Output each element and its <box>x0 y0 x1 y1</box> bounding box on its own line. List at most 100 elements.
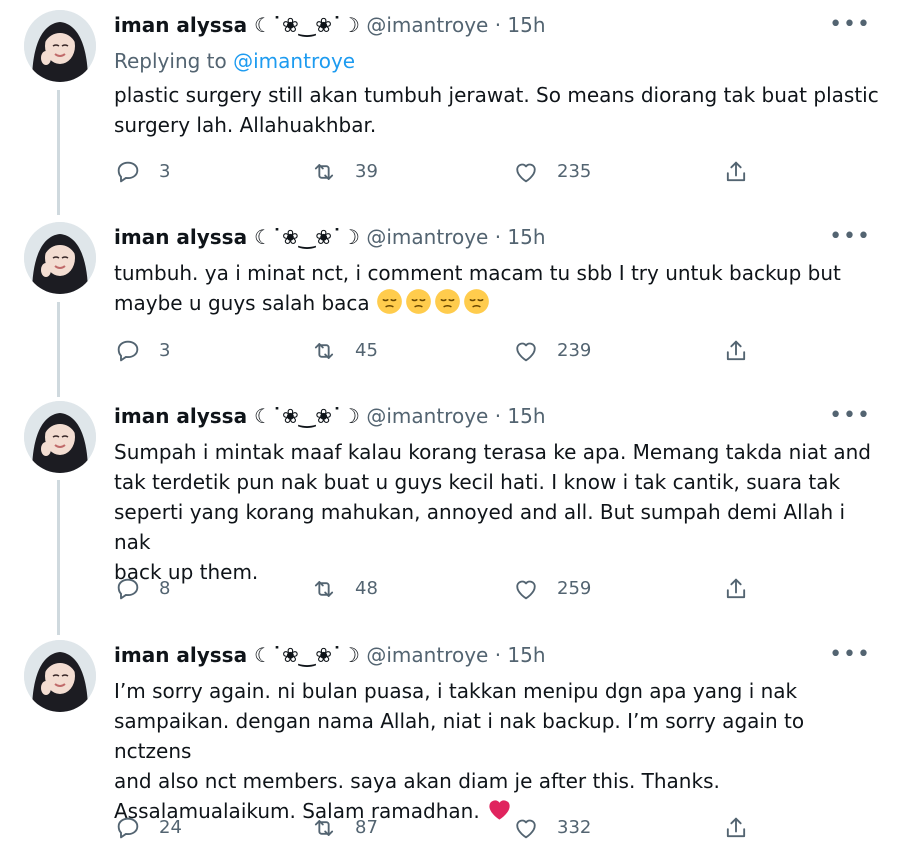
tweet-text-line: Sumpah i mintak maaf kalau korang terasa… <box>114 440 871 464</box>
tweet[interactable]: iman alyssa ☾˙❀‿❀˙☽ @imantroye · 15h •••… <box>0 391 901 631</box>
more-options-icon[interactable]: ••• <box>829 405 871 427</box>
pensive-face-emoji <box>463 289 492 315</box>
share-button[interactable] <box>722 574 750 604</box>
tweet-text-line: tumbuh. ya i minat nct, i comment macam … <box>114 261 841 285</box>
retweet-count: 48 <box>355 578 378 599</box>
timestamp[interactable]: 15h <box>507 13 545 37</box>
tweet-header: iman alyssa ☾˙❀‿❀˙☽ @imantroye · 15h <box>114 10 546 40</box>
like-count: 239 <box>557 340 592 361</box>
tweet-header: iman alyssa ☾˙❀‿❀˙☽ @imantroye · 15h <box>114 222 546 252</box>
pensive-face-emoji <box>376 289 405 315</box>
like-icon <box>512 575 540 603</box>
avatar[interactable] <box>24 401 96 473</box>
display-name[interactable]: iman alyssa ☾˙❀‿❀˙☽ <box>114 225 360 249</box>
reply-button[interactable]: 3 <box>114 336 170 366</box>
like-count: 259 <box>557 578 592 599</box>
reply-count: 3 <box>159 161 171 182</box>
reply-button[interactable]: 3 <box>114 157 170 187</box>
tweet-text: Sumpah i mintak maaf kalau korang terasa… <box>114 437 879 587</box>
user-handle[interactable]: @imantroye <box>366 643 488 667</box>
like-icon <box>512 337 540 365</box>
like-button[interactable]: 332 <box>512 813 591 843</box>
tweet-text-line-with-emoji: maybe u guys salah baca <box>114 288 879 318</box>
retweet-icon <box>310 158 338 186</box>
reply-count: 24 <box>159 817 182 838</box>
more-options-icon[interactable]: ••• <box>829 14 871 36</box>
tweet-text: tumbuh. ya i minat nct, i comment macam … <box>114 258 879 318</box>
avatar[interactable] <box>24 222 96 294</box>
action-bar: 24 87 332 <box>114 813 764 843</box>
share-icon <box>722 158 750 186</box>
separator-dot: · <box>494 13 502 37</box>
share-button[interactable] <box>722 157 750 187</box>
tweet-header: iman alyssa ☾˙❀‿❀˙☽ @imantroye · 15h <box>114 401 546 431</box>
retweet-button[interactable]: 39 <box>310 157 378 187</box>
timestamp[interactable]: 15h <box>507 225 545 249</box>
like-count: 332 <box>557 817 592 838</box>
action-bar: 8 48 259 <box>114 574 764 604</box>
tweet[interactable]: iman alyssa ☾˙❀‿❀˙☽ @imantroye · 15h •••… <box>0 0 901 200</box>
reply-count: 3 <box>159 340 171 361</box>
tweet-header: iman alyssa ☾˙❀‿❀˙☽ @imantroye · 15h <box>114 640 546 670</box>
like-icon <box>512 814 540 842</box>
retweet-count: 45 <box>355 340 378 361</box>
separator-dot: · <box>494 404 502 428</box>
retweet-button[interactable]: 87 <box>310 813 378 843</box>
tweet-text-line: plastic surgery still akan tumbuh jerawa… <box>114 83 879 107</box>
more-options-icon[interactable]: ••• <box>829 644 871 666</box>
tweet-text-line: seperti yang korang mahukan, annoyed and… <box>114 500 846 554</box>
more-options-icon[interactable]: ••• <box>829 226 871 248</box>
retweet-button[interactable]: 45 <box>310 336 378 366</box>
action-bar: 3 39 235 <box>114 157 764 187</box>
tweet-text-line: and also nct members. saya akan diam je … <box>114 769 720 793</box>
reply-count: 8 <box>159 578 171 599</box>
tweet[interactable]: iman alyssa ☾˙❀‿❀˙☽ @imantroye · 15h •••… <box>0 212 901 392</box>
tweet[interactable]: iman alyssa ☾˙❀‿❀˙☽ @imantroye · 15h •••… <box>0 630 901 839</box>
display-name[interactable]: iman alyssa ☾˙❀‿❀˙☽ <box>114 404 360 428</box>
retweet-count: 87 <box>355 817 378 838</box>
tweet-text: plastic surgery still akan tumbuh jerawa… <box>114 80 879 140</box>
user-handle[interactable]: @imantroye <box>366 225 488 249</box>
retweet-icon <box>310 814 338 842</box>
retweet-count: 39 <box>355 161 378 182</box>
retweet-icon <box>310 575 338 603</box>
share-button[interactable] <box>722 813 750 843</box>
retweet-icon <box>310 337 338 365</box>
like-count: 235 <box>557 161 592 182</box>
like-icon <box>512 158 540 186</box>
replying-to-label: Replying to <box>114 49 234 73</box>
reply-icon <box>114 158 142 186</box>
avatar[interactable] <box>24 640 96 712</box>
like-button[interactable]: 235 <box>512 157 591 187</box>
pensive-face-emoji <box>405 289 434 315</box>
tweet-text: I’m sorry again. ni bulan puasa, i takka… <box>114 676 879 826</box>
share-icon <box>722 337 750 365</box>
user-handle[interactable]: @imantroye <box>366 13 488 37</box>
replying-to: Replying to @imantroye <box>114 46 355 76</box>
separator-dot: · <box>494 225 502 249</box>
share-icon <box>722 575 750 603</box>
separator-dot: · <box>494 643 502 667</box>
display-name[interactable]: iman alyssa ☾˙❀‿❀˙☽ <box>114 643 360 667</box>
tweet-text-line: maybe u guys salah baca <box>114 291 370 315</box>
like-button[interactable]: 239 <box>512 336 591 366</box>
timestamp[interactable]: 15h <box>507 643 545 667</box>
display-name[interactable]: iman alyssa ☾˙❀‿❀˙☽ <box>114 13 360 37</box>
user-handle[interactable]: @imantroye <box>366 404 488 428</box>
action-bar: 3 45 239 <box>114 336 764 366</box>
timestamp[interactable]: 15h <box>507 404 545 428</box>
reply-icon <box>114 814 142 842</box>
tweet-text-line: surgery lah. Allahuakhbar. <box>114 113 377 137</box>
emoji-row <box>376 289 492 315</box>
retweet-button[interactable]: 48 <box>310 574 378 604</box>
like-button[interactable]: 259 <box>512 574 591 604</box>
replying-to-link[interactable]: @imantroye <box>233 49 355 73</box>
tweet-text-line: I’m sorry again. ni bulan puasa, i takka… <box>114 679 798 703</box>
reply-icon <box>114 337 142 365</box>
reply-button[interactable]: 24 <box>114 813 182 843</box>
share-button[interactable] <box>722 336 750 366</box>
reply-icon <box>114 575 142 603</box>
avatar[interactable] <box>24 10 96 82</box>
tweet-text-line: tak terdetik pun nak buat u guys kecil h… <box>114 470 841 494</box>
reply-button[interactable]: 8 <box>114 574 170 604</box>
